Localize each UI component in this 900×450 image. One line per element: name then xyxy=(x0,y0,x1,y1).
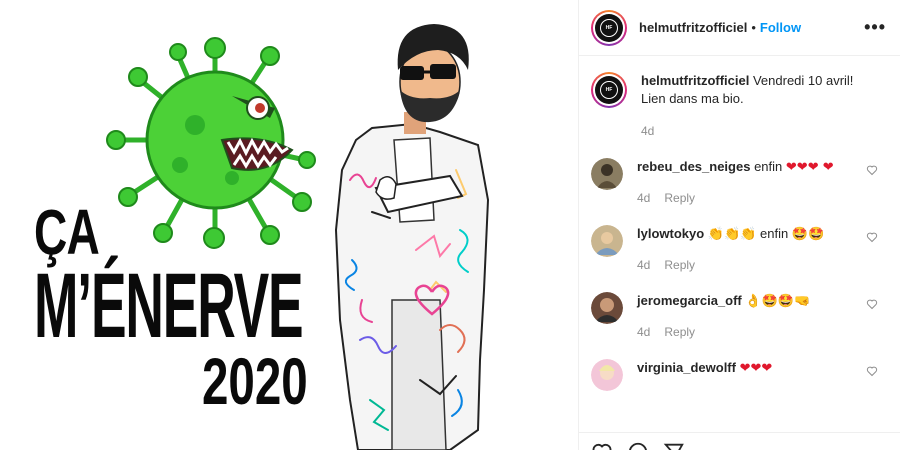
commenter-avatar[interactable] xyxy=(591,359,623,391)
comment-icon[interactable] xyxy=(627,441,649,450)
comment-age[interactable]: 4d xyxy=(637,256,650,274)
caption-age[interactable]: 4d xyxy=(641,122,654,140)
like-heart-icon[interactable] xyxy=(866,365,878,377)
character-illustration xyxy=(334,24,490,450)
comment-emoji: 👌🤩🤩🤜 xyxy=(745,294,811,309)
comment-text: enfin xyxy=(760,226,789,241)
author-username[interactable]: helmutfritzofficiel xyxy=(639,20,747,35)
post-caption: HF helmutfritzofficiel Vendredi 10 avril… xyxy=(591,72,888,140)
headline-line-2: M’ÉNERVE xyxy=(34,255,304,357)
commenter-avatar[interactable] xyxy=(591,292,623,324)
comment-emoji: ❤❤❤ ❤ xyxy=(785,160,834,175)
post-image[interactable]: ÇA M’ÉNERVE 2020 xyxy=(0,0,578,450)
comments-list: HF helmutfritzofficiel Vendredi 10 avril… xyxy=(579,56,900,391)
reply-button[interactable]: Reply xyxy=(664,323,695,341)
comment-text: enfin xyxy=(754,159,783,174)
separator-dot: • xyxy=(751,20,756,35)
caption-avatar[interactable]: HF xyxy=(591,72,627,108)
caption-username[interactable]: helmutfritzofficiel xyxy=(641,73,749,88)
post-actions-bar xyxy=(579,432,900,450)
like-heart-icon[interactable] xyxy=(866,231,878,243)
commenter-username[interactable]: rebeu_des_neiges xyxy=(637,159,750,174)
comment-item: virginia_dewolff ❤❤❤ xyxy=(591,359,888,391)
comment-emoji: 🤩🤩 xyxy=(791,227,825,242)
post-headline: ÇA M’ÉNERVE 2020 xyxy=(34,200,314,414)
brand-logo-icon: HF xyxy=(600,18,618,37)
more-options-icon[interactable]: ••• xyxy=(864,17,886,38)
comment-item: jeromegarcia_off 👌🤩🤩🤜 4d Reply xyxy=(591,292,888,341)
headline-line-3: 2020 xyxy=(202,344,308,418)
reply-button[interactable]: Reply xyxy=(664,189,695,207)
comment-item: lylowtokyo 👏👏👏 enfin 🤩🤩 4d Reply xyxy=(591,225,888,274)
like-heart-icon[interactable] xyxy=(866,298,878,310)
like-heart-icon[interactable] xyxy=(866,164,878,176)
post-header: HF helmutfritzofficiel • Follow ••• xyxy=(579,0,900,56)
author-avatar[interactable]: HF xyxy=(591,9,627,46)
comment-age[interactable]: 4d xyxy=(637,189,650,207)
comment-age[interactable]: 4d xyxy=(637,323,650,341)
commenter-username[interactable]: lylowtokyo xyxy=(637,226,704,241)
commenter-username[interactable]: jeromegarcia_off xyxy=(637,293,742,308)
comment-emoji: ❤❤❤ xyxy=(739,361,773,376)
post-side-panel: HF helmutfritzofficiel • Follow ••• HF h… xyxy=(578,0,900,450)
brand-logo-icon: HF xyxy=(600,81,618,99)
comment-emoji-prefix: 👏👏👏 xyxy=(707,227,757,242)
commenter-avatar[interactable] xyxy=(591,158,623,190)
like-icon[interactable] xyxy=(591,441,613,450)
reply-button[interactable]: Reply xyxy=(664,256,695,274)
follow-button[interactable]: Follow xyxy=(760,20,801,35)
commenter-avatar[interactable] xyxy=(591,225,623,257)
commenter-username[interactable]: virginia_dewolff xyxy=(637,360,736,375)
header-text: helmutfritzofficiel • Follow xyxy=(639,20,864,35)
comment-item: rebeu_des_neiges enfin ❤❤❤ ❤ 4d Reply xyxy=(591,158,888,207)
share-icon[interactable] xyxy=(663,441,685,450)
